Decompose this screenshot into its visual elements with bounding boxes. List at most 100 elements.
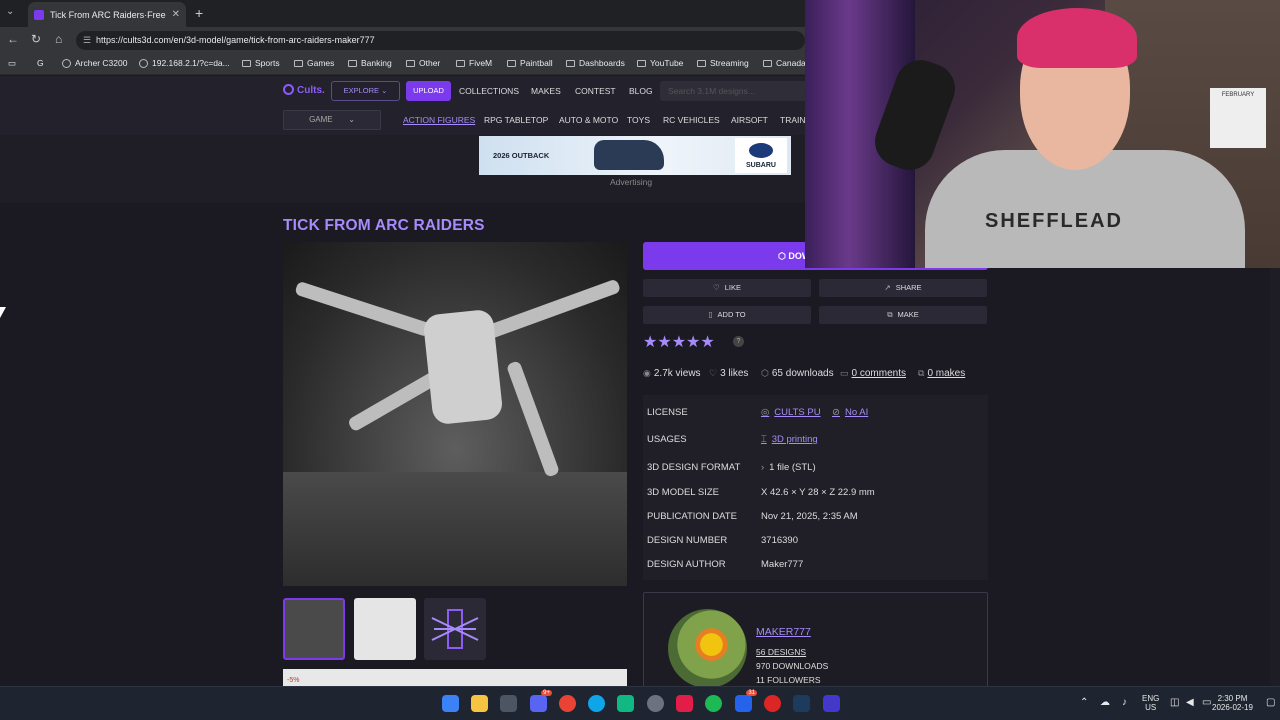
store-icon[interactable] <box>500 695 517 712</box>
rating-help-icon[interactable]: ? <box>733 336 744 347</box>
nav-collections[interactable]: COLLECTIONS <box>459 86 519 96</box>
network-icon[interactable]: ☁ <box>1100 697 1110 708</box>
blueprint-icon <box>431 609 479 649</box>
bookmark-router-ip[interactable]: 192.168.2.1/?c=da... <box>139 58 230 68</box>
bookmark-fivem[interactable]: FiveM <box>456 58 492 68</box>
cults-logo[interactable]: Cults. <box>283 84 325 96</box>
add-to-button[interactable]: ▯ ADD TO <box>643 306 811 324</box>
upload-button[interactable]: UPLOAD <box>406 81 451 101</box>
file-explorer-icon[interactable] <box>471 695 488 712</box>
image-ground <box>283 472 627 586</box>
category-action-figures[interactable]: ACTION FIGURES <box>403 115 475 125</box>
spotify-icon[interactable] <box>705 695 722 712</box>
advertising-label: Advertising <box>610 177 653 187</box>
start-icon[interactable] <box>442 695 459 712</box>
model-main-image[interactable] <box>283 242 627 586</box>
site-info-icon[interactable]: ☰ <box>83 31 91 50</box>
cube-icon: ⬡ <box>778 251 789 261</box>
like-button[interactable]: ♡ LIKE <box>643 279 811 297</box>
category-airsoft[interactable]: AIRSOFT <box>731 115 768 125</box>
category-rpg-tabletop[interactable]: RPG TABLETOP <box>484 115 548 125</box>
bookmark-canada[interactable]: Canada <box>763 58 806 68</box>
bookmark-dashboards[interactable]: Dashboards <box>566 58 625 68</box>
author-name[interactable]: MAKER777 <box>756 626 811 638</box>
nav-contest[interactable]: CONTEST <box>575 86 616 96</box>
thumbnail-3[interactable] <box>424 598 486 660</box>
opera-icon[interactable] <box>764 695 781 712</box>
tab-search-chevron-icon[interactable]: ⌄ <box>6 6 14 17</box>
edge-icon[interactable] <box>588 695 605 712</box>
router-icon <box>62 59 71 68</box>
explore-button[interactable]: EXPLORE ⌄ <box>331 81 400 101</box>
avatar[interactable] <box>668 609 747 686</box>
nav-makes[interactable]: MAKES <box>531 86 561 96</box>
discord-icon[interactable]: 9+ <box>530 690 552 712</box>
notifications-icon[interactable]: ▢ <box>1266 697 1275 708</box>
mail-icon[interactable]: 31 <box>735 690 757 712</box>
bottom-ad[interactable]: -5% <box>283 669 627 686</box>
folder-icon <box>697 60 706 67</box>
usages-label: USAGES <box>647 434 687 445</box>
home-icon[interactable]: ⌂ <box>55 32 62 46</box>
banner-ad[interactable]: 2026 OUTBACK SUBARU <box>479 136 791 175</box>
obs-icon[interactable] <box>647 695 664 712</box>
app-red-icon[interactable] <box>676 695 693 712</box>
category-select[interactable]: GAME ⌄ <box>283 110 381 130</box>
usages-value[interactable]: ⌶ 3D printing <box>761 434 818 445</box>
language-indicator[interactable]: ENG US <box>1142 694 1159 712</box>
app-purple-icon[interactable] <box>823 695 840 712</box>
no-ai-link[interactable]: ⊘ No AI <box>832 407 868 418</box>
printer-icon: ⌶ <box>761 434 767 445</box>
clock[interactable]: 2:30 PM 2026-02-19 <box>1212 694 1253 712</box>
rating-stars[interactable]: ★★★★★ <box>643 332 715 352</box>
bookmark-games[interactable]: Games <box>294 58 334 68</box>
folder-icon <box>406 60 415 67</box>
comment-icon: ▭ <box>840 368 849 378</box>
bookmark-sports[interactable]: Sports <box>242 58 280 68</box>
app-icon[interactable] <box>617 695 634 712</box>
cube-icon: ⬡ <box>761 368 769 378</box>
bookmark-streaming[interactable]: Streaming <box>697 58 749 68</box>
comments-stat[interactable]: ▭ 0 comments <box>840 368 906 379</box>
thumbnail-1[interactable] <box>283 598 345 660</box>
make-button[interactable]: ⧉ MAKE <box>819 306 987 324</box>
makes-stat[interactable]: ⧉ 0 makes <box>918 368 965 379</box>
bookmark-other[interactable]: Other <box>406 58 440 68</box>
author-designs[interactable]: 56 DESIGNS <box>756 647 806 657</box>
thumbnail-2[interactable] <box>354 598 416 660</box>
search-input[interactable]: Search 3.1M designs... <box>660 81 810 101</box>
share-button[interactable]: ↗ SHARE <box>819 279 987 297</box>
category-rc-vehicles[interactable]: RC VEHICLES <box>663 115 720 125</box>
google-icon[interactable]: G <box>37 58 44 68</box>
reload-icon[interactable]: ↻ <box>31 32 41 46</box>
bookmark-banking[interactable]: Banking <box>348 58 392 68</box>
chrome-icon[interactable] <box>559 695 576 712</box>
bookmark-paintball[interactable]: Paintball <box>507 58 553 68</box>
format-value[interactable]: › 1 file (STL) <box>761 462 816 473</box>
publication-label: PUBLICATION DATE <box>647 511 737 522</box>
mic-icon[interactable]: ♪ <box>1122 697 1127 708</box>
author-label: DESIGN AUTHOR <box>647 559 726 570</box>
url-field[interactable]: ☰ https://cults3d.com/en/3d-model/game/t… <box>76 31 805 50</box>
nav-blog[interactable]: BLOG <box>629 86 653 96</box>
steam-icon[interactable] <box>793 695 810 712</box>
category-auto-moto[interactable]: AUTO & MOTO <box>559 115 618 125</box>
cults-favicon-icon <box>34 9 44 20</box>
tray-chevron-icon[interactable]: ⌃ <box>1080 697 1088 708</box>
model-body <box>422 308 504 426</box>
chevron-right-icon: › <box>761 462 765 473</box>
bookmark-archer[interactable]: Archer C3200 <box>62 58 127 68</box>
volume-icon[interactable]: ◀ <box>1186 697 1194 708</box>
battery-icon[interactable]: ▭ <box>1202 697 1211 708</box>
close-tab-icon[interactable]: ✕ <box>172 9 180 20</box>
wifi-icon[interactable]: ◫ <box>1170 697 1179 708</box>
active-tab[interactable]: Tick From ARC Raiders·Free ST ✕ <box>28 2 186 27</box>
category-train[interactable]: TRAIN <box>780 115 806 125</box>
reading-list-icon[interactable]: ▭ <box>8 58 16 69</box>
license-value[interactable]: ◎ CULTS PU <box>761 407 821 418</box>
folder-icon <box>242 60 251 67</box>
category-toys[interactable]: TOYS <box>627 115 650 125</box>
back-icon[interactable]: ← <box>7 32 19 46</box>
new-tab-icon[interactable]: + <box>195 5 203 21</box>
bookmark-youtube[interactable]: YouTube <box>637 58 683 68</box>
